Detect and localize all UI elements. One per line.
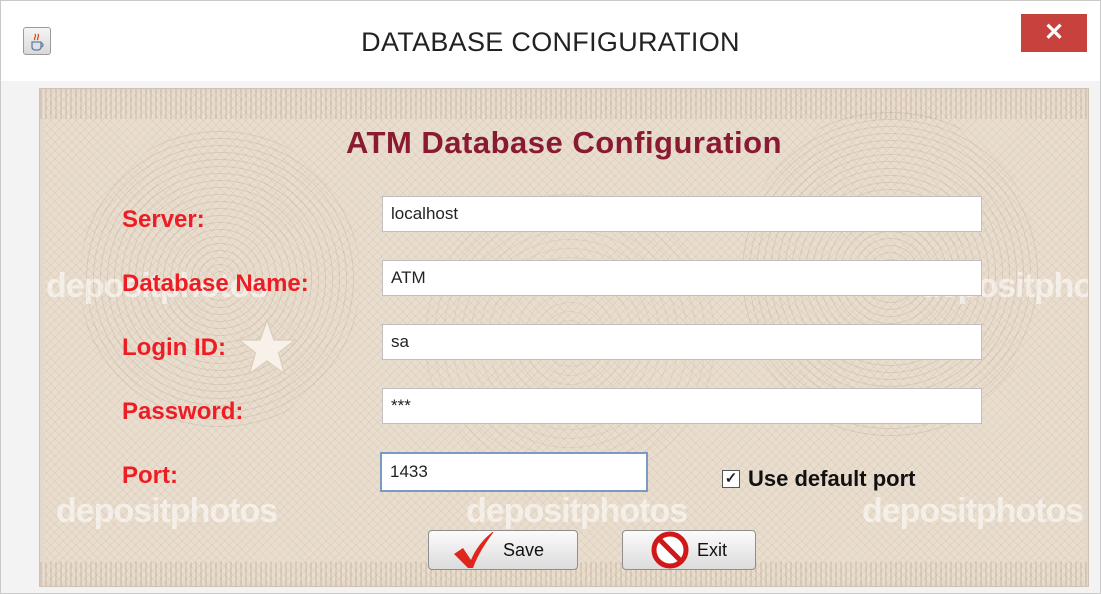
password-label: Password: — [122, 398, 244, 425]
use-default-port-checkbox[interactable]: ✓ — [722, 470, 740, 488]
certificate-background: depositphotos depositphotos depositphoto… — [39, 88, 1089, 587]
exit-button[interactable]: Exit — [622, 530, 756, 570]
port-label: Port: — [122, 462, 178, 489]
login-id-input[interactable] — [382, 324, 982, 360]
watermark: depositphotos — [862, 492, 1084, 530]
password-input[interactable] — [382, 388, 982, 424]
no-sign-icon — [651, 531, 689, 569]
content-area: depositphotos depositphotos depositphoto… — [1, 81, 1100, 593]
use-default-port-label: Use default port — [748, 466, 916, 491]
save-button-label: Save — [503, 539, 545, 560]
config-window: DATABASE CONFIGURATION ✕ depositphotos d… — [0, 0, 1101, 594]
close-icon: ✕ — [1043, 19, 1065, 46]
watermark: depositphotos — [466, 492, 688, 530]
star-icon — [238, 318, 296, 376]
exit-button-label: Exit — [697, 539, 728, 560]
use-default-port-option[interactable]: ✓ Use default port — [722, 464, 915, 494]
database-name-label: Database Name: — [122, 270, 309, 297]
window-title: DATABASE CONFIGURATION — [361, 27, 740, 57]
watermark: depositphotos — [56, 492, 278, 530]
database-name-input[interactable] — [382, 260, 982, 296]
title-bar[interactable]: DATABASE CONFIGURATION ✕ — [1, 1, 1100, 81]
save-button[interactable]: Save — [428, 530, 578, 570]
checkmark-icon — [454, 532, 494, 568]
form-heading: ATM Database Configuration — [345, 125, 783, 160]
close-button[interactable]: ✕ — [1021, 14, 1087, 52]
port-input[interactable] — [380, 452, 648, 492]
login-id-label: Login ID: — [122, 334, 226, 361]
server-label: Server: — [122, 206, 205, 233]
server-input[interactable] — [382, 196, 982, 232]
